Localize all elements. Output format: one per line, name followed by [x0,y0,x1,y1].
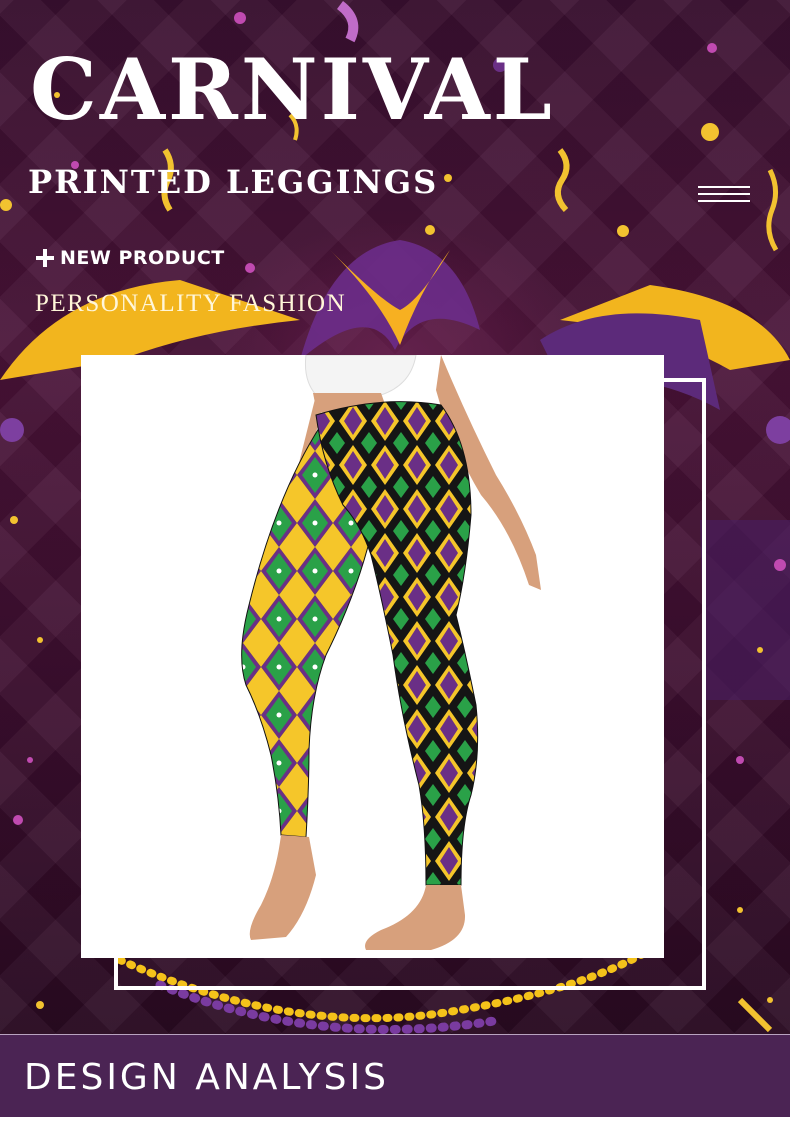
new-product-label: NEW PRODUCT [36,246,225,270]
product-photo [81,355,664,958]
tagline: PERSONALITY FASHION [35,290,347,317]
section-title: DESIGN ANALYSIS [24,1057,389,1098]
hamburger-menu-icon[interactable] [698,184,750,206]
leggings-illustration [241,355,541,950]
page-title: CARNIVAL [30,40,555,139]
hero-banner: CARNIVAL PRINTED LEGGINGS NEW PRODUCT PE… [0,0,790,1034]
plus-icon [36,249,54,267]
section-header-band: DESIGN ANALYSIS [0,1034,790,1117]
new-product-text: NEW PRODUCT [60,247,225,269]
page-subtitle: PRINTED LEGGINGS [28,163,439,201]
